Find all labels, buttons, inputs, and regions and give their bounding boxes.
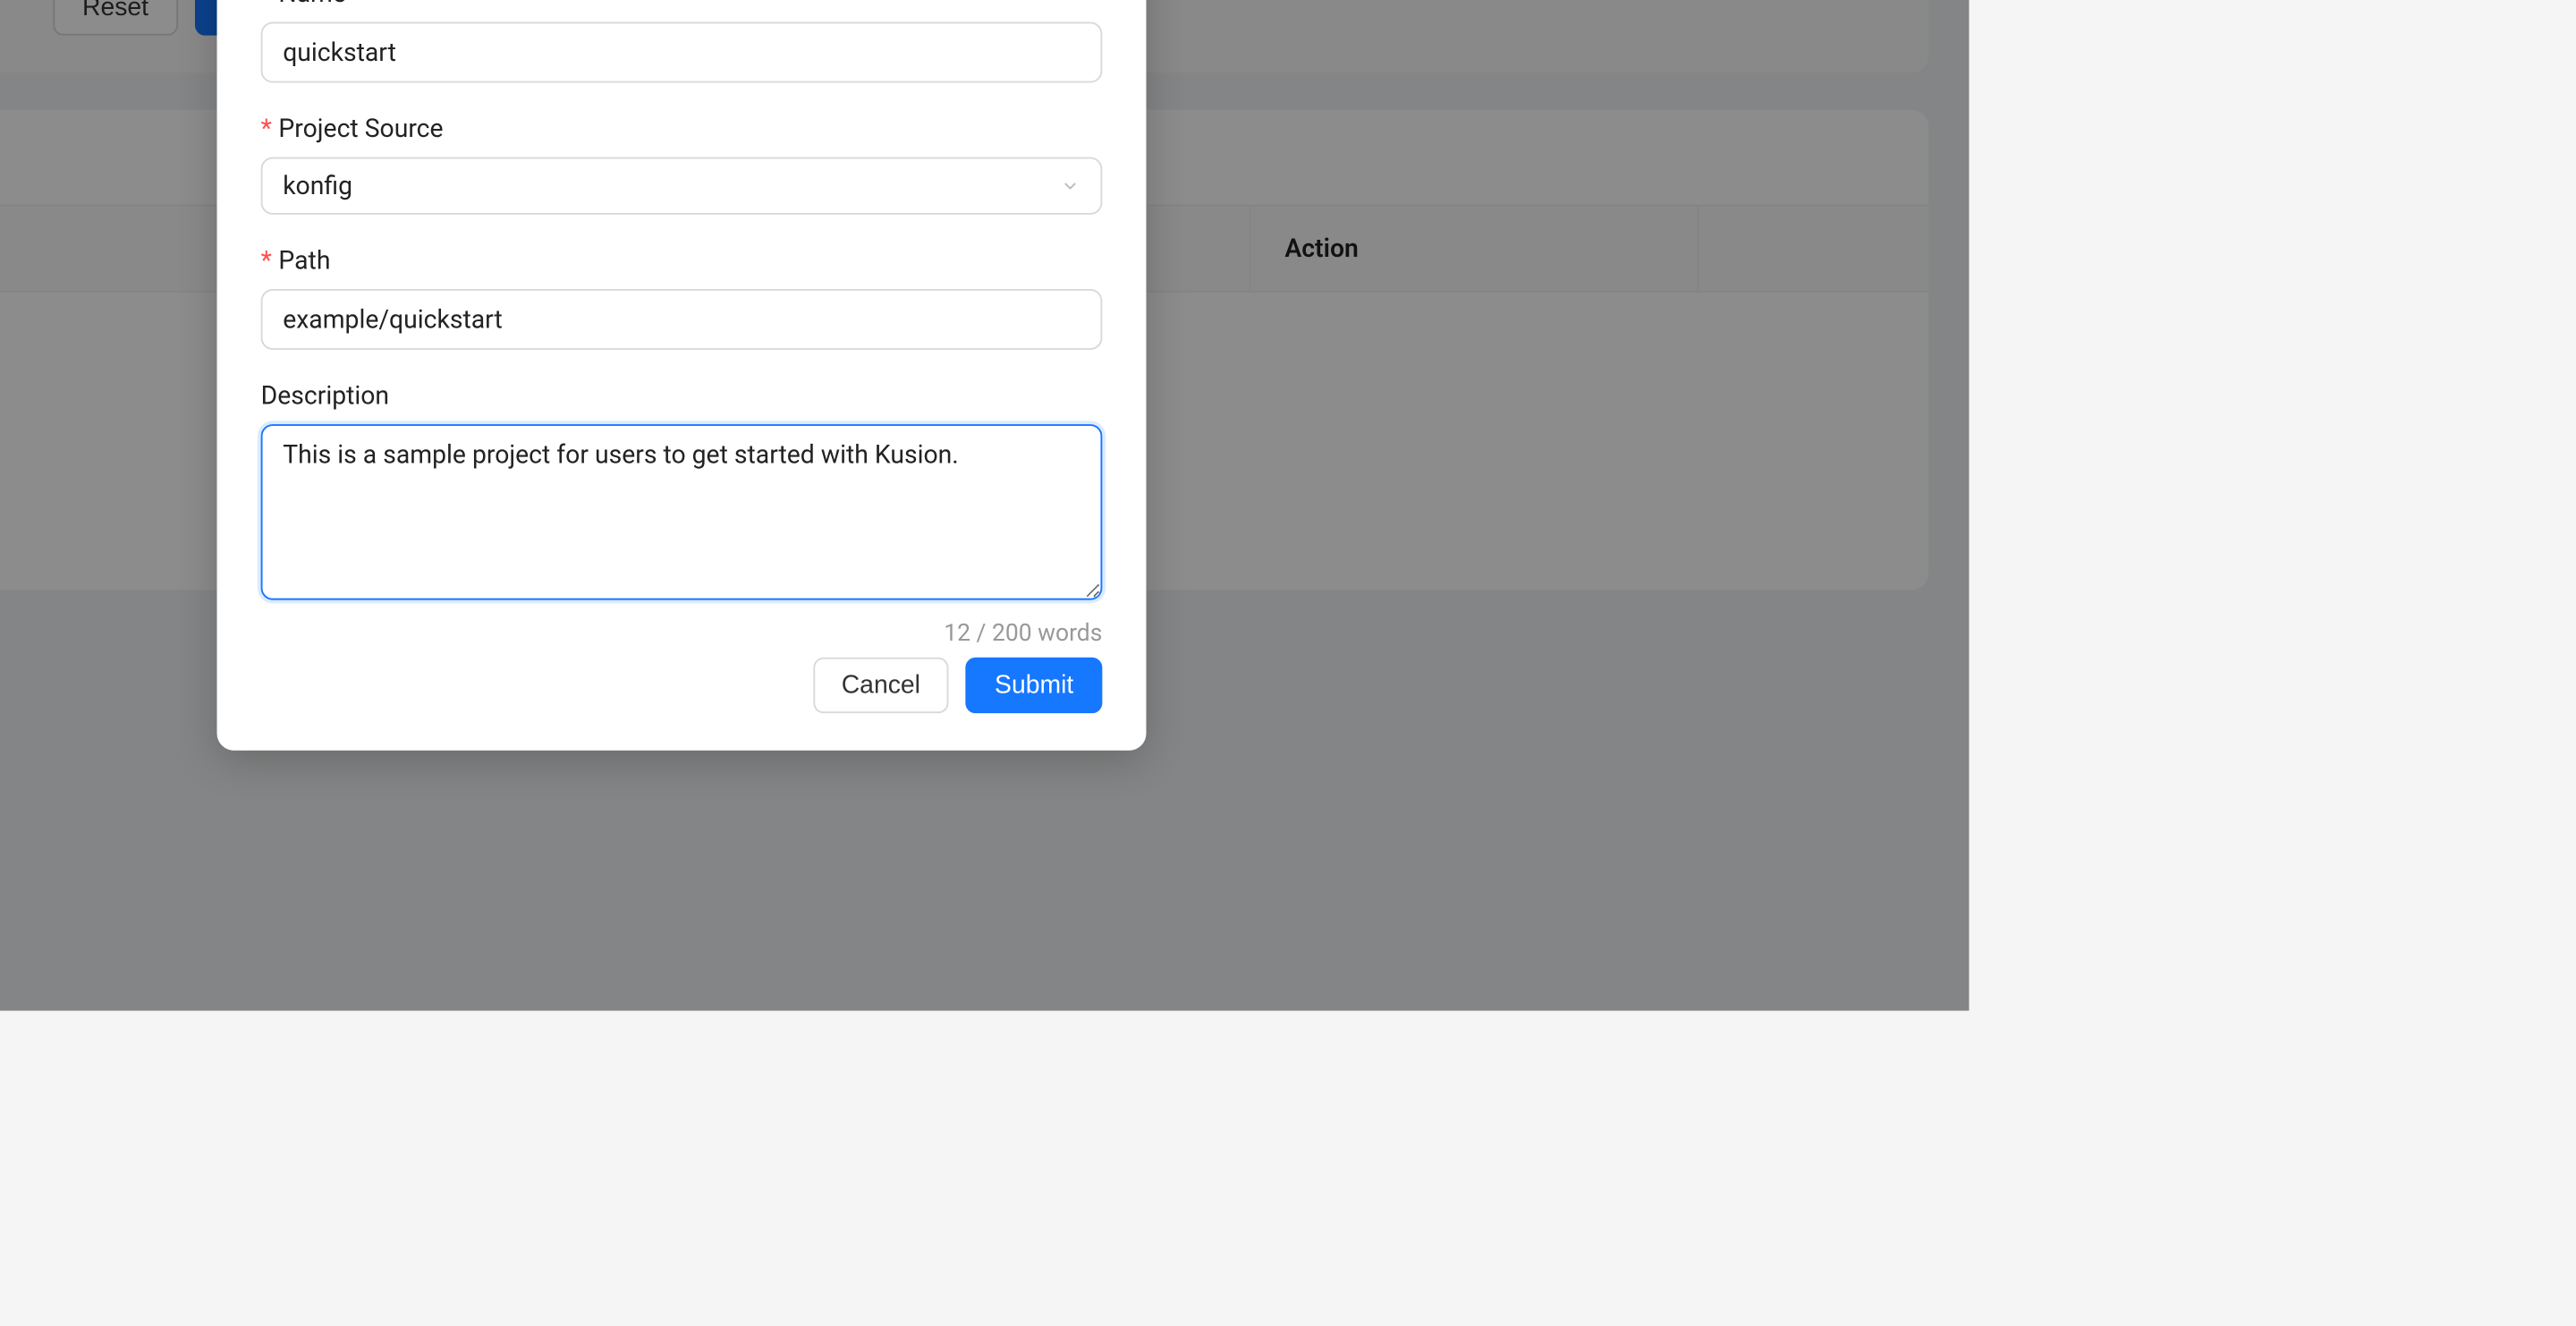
modal-overlay[interactable]: New Project *Name *Project Source konfig… — [0, 0, 1969, 1011]
path-label: *Path — [261, 245, 1103, 276]
source-select[interactable]: konfig — [261, 157, 1103, 215]
path-input[interactable] — [261, 289, 1103, 350]
description-label: Description — [261, 380, 1103, 411]
word-count: 12 / 200 words — [261, 620, 1103, 647]
name-label: *Name — [261, 0, 1103, 8]
chevron-down-icon — [1060, 175, 1080, 196]
submit-button[interactable]: Submit — [966, 658, 1102, 713]
cancel-button[interactable]: Cancel — [813, 658, 949, 713]
name-input[interactable] — [261, 22, 1103, 83]
description-textarea[interactable] — [261, 424, 1103, 599]
modal-footer: Cancel Submit — [261, 658, 1103, 713]
new-project-modal: New Project *Name *Project Source konfig… — [217, 0, 1147, 751]
source-value: konfig — [283, 171, 352, 201]
source-label: *Project Source — [261, 114, 1103, 144]
